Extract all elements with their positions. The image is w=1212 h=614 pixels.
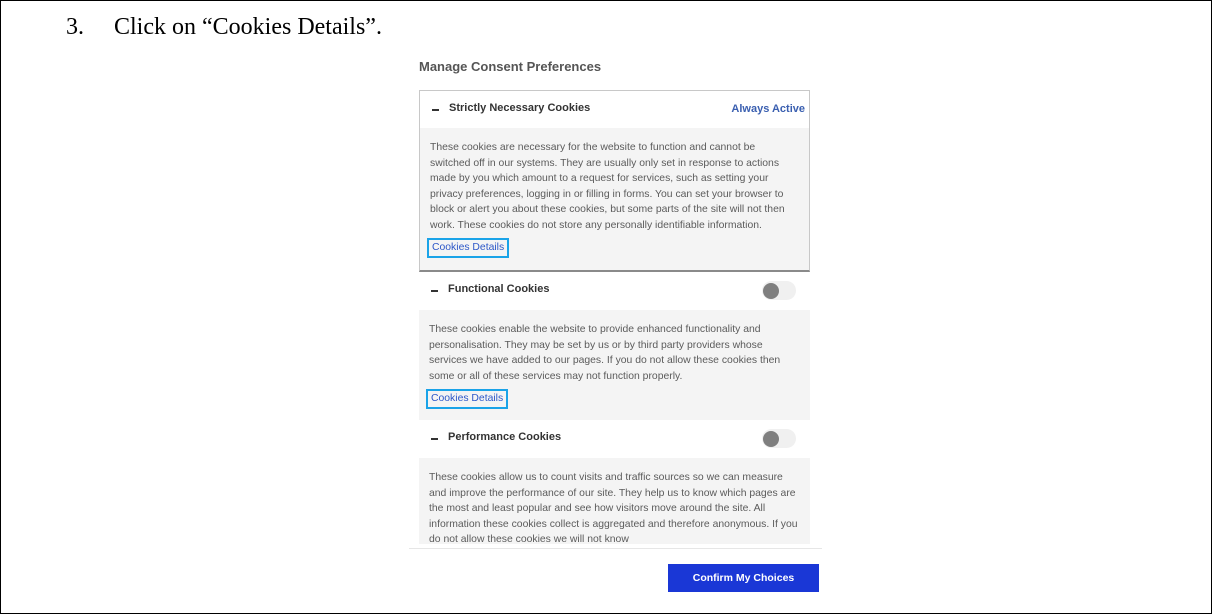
section-functional: Functional Cookies These cookies enable …	[419, 272, 810, 420]
functional-cookies-toggle[interactable]	[762, 281, 796, 300]
section-header-strictly-necessary[interactable]: Strictly Necessary Cookies Always Active	[420, 91, 809, 128]
toggle-knob	[763, 431, 779, 447]
section-description: These cookies are necessary for the webs…	[430, 142, 785, 231]
section-title: Performance Cookies	[448, 431, 562, 443]
section-title: Functional Cookies	[448, 283, 550, 295]
section-body: These cookies allow us to count visits a…	[419, 458, 810, 544]
section-strictly-necessary: Strictly Necessary Cookies Always Active…	[419, 90, 810, 272]
step-instruction: 3. Click on “Cookies Details”.	[66, 14, 382, 41]
section-body: These cookies are necessary for the webs…	[420, 128, 809, 270]
performance-cookies-toggle[interactable]	[762, 429, 796, 448]
step-number: 3.	[66, 14, 84, 40]
collapse-icon[interactable]	[431, 290, 438, 292]
consent-sections-scroll[interactable]: Strictly Necessary Cookies Always Active…	[419, 90, 810, 544]
collapse-icon[interactable]	[431, 438, 438, 440]
section-description: These cookies allow us to count visits a…	[429, 472, 798, 544]
confirm-my-choices-button[interactable]: Confirm My Choices	[668, 564, 819, 592]
cookies-details-link[interactable]: Cookies Details	[427, 238, 510, 258]
section-performance: Performance Cookies These cookies allow …	[419, 420, 810, 544]
step-text: Click on “Cookies Details”.	[114, 14, 382, 40]
panel-title: Manage Consent Preferences	[419, 59, 602, 74]
cookies-details-link[interactable]: Cookies Details	[426, 389, 509, 409]
section-title: Strictly Necessary Cookies	[449, 102, 591, 114]
section-body: These cookies enable the website to prov…	[419, 310, 810, 420]
always-active-badge: Always Active	[731, 103, 805, 115]
section-description: These cookies enable the website to prov…	[429, 324, 781, 382]
footer-divider	[409, 548, 822, 549]
section-header-performance[interactable]: Performance Cookies	[419, 420, 810, 458]
section-header-functional[interactable]: Functional Cookies	[419, 272, 810, 310]
toggle-knob	[763, 283, 779, 299]
collapse-icon[interactable]	[432, 109, 439, 111]
